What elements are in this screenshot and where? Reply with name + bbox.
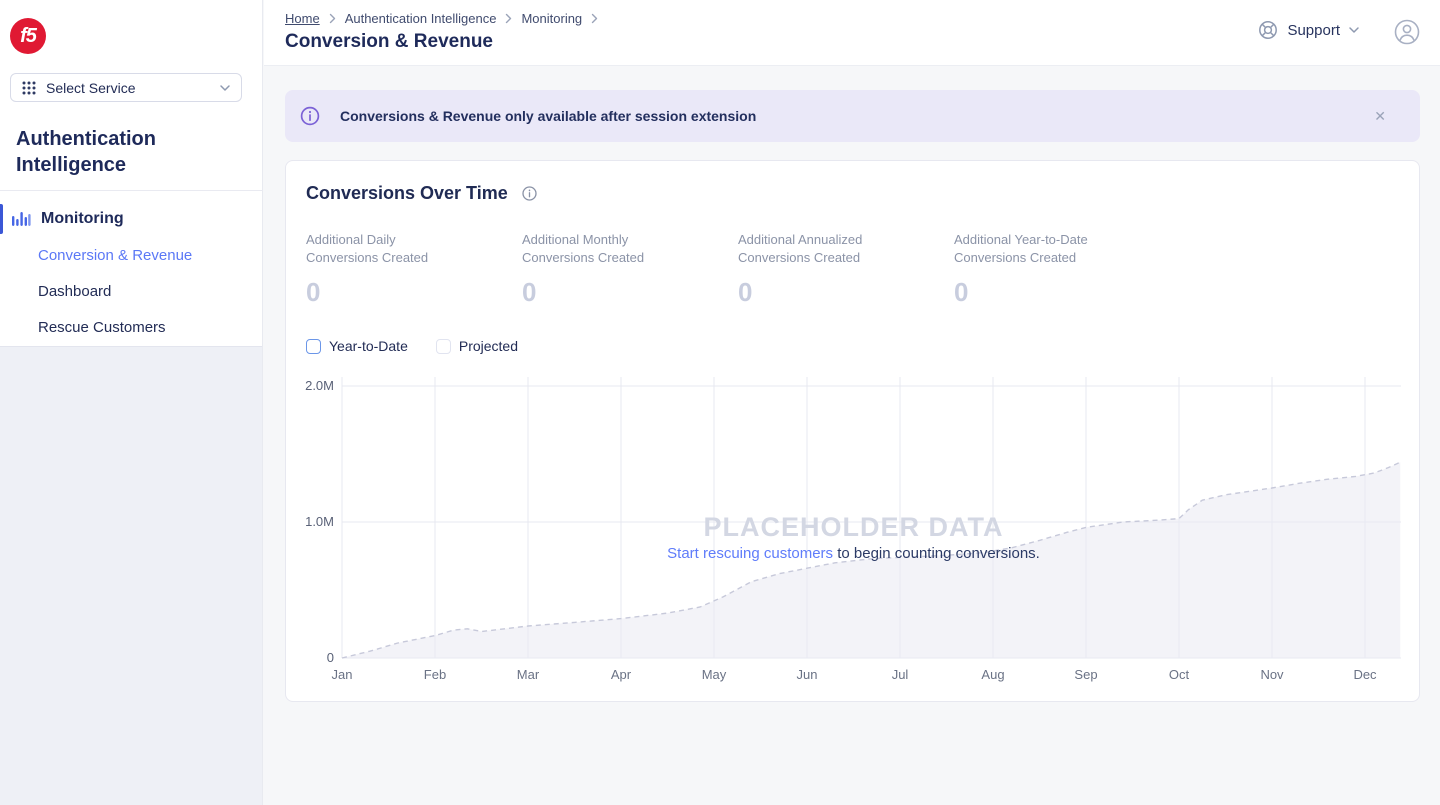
chevron-down-icon (1348, 26, 1360, 34)
sidebar-divider (0, 190, 263, 191)
sidebar-subnav: Conversion & Revenue Dashboard Rescue Cu… (38, 246, 248, 354)
app-root: f5 Select Service Authentication Intelli… (0, 0, 1440, 805)
conversions-chart: 0 1.0M 2.0M Jan Feb Mar Apr May Jun Jul Aug Sep Oct N… (286, 371, 1421, 691)
breadcrumb-chevron-icon (505, 13, 512, 24)
breadcrumb-home[interactable]: Home (285, 11, 320, 26)
stat-label: Additional Daily Conversions Created (306, 231, 522, 267)
card-title: Conversions Over Time (306, 183, 508, 204)
page-header: Home Authentication Intelligence Monitor… (264, 0, 1440, 66)
product-title: Authentication Intelligence (16, 126, 236, 178)
y-axis-tick-label: 1.0M (305, 514, 334, 529)
x-axis-tick-label: Jun (797, 667, 818, 682)
projected-checkbox[interactable] (436, 339, 451, 354)
bar-chart-icon (11, 210, 31, 228)
life-buoy-icon (1257, 19, 1279, 41)
sidebar-lower-panel (0, 346, 262, 805)
user-avatar[interactable] (1393, 18, 1421, 46)
y-axis-tick-label: 0 (327, 650, 334, 665)
breadcrumb-auth-intelligence[interactable]: Authentication Intelligence (345, 11, 497, 26)
series-toggles: Year-to-Date Projected (306, 338, 518, 354)
stats-row: Additional Daily Conversions Created 0 A… (306, 231, 1170, 308)
stat-monthly: Additional Monthly Conversions Created 0 (522, 231, 738, 308)
breadcrumb-chevron-icon (591, 13, 598, 24)
stat-label: Additional Year-to-Date Conversions Crea… (954, 231, 1170, 267)
conversions-card: Conversions Over Time Additional Daily C… (285, 160, 1420, 702)
chart-canvas: 0 1.0M 2.0M Jan Feb Mar Apr May Jun Jul Aug Sep Oct N… (286, 371, 1421, 691)
sidebar-item-rescue-customers[interactable]: Rescue Customers (38, 318, 248, 337)
sidebar: f5 Select Service Authentication Intelli… (0, 0, 263, 805)
x-axis-tick-label: Nov (1260, 667, 1284, 682)
x-axis-tick-label: Oct (1169, 667, 1190, 682)
x-axis-tick-label: Dec (1353, 667, 1377, 682)
stat-value: 0 (954, 277, 1170, 308)
stat-value: 0 (738, 277, 954, 308)
card-title-row: Conversions Over Time (306, 183, 538, 204)
sidebar-item-dashboard[interactable]: Dashboard (38, 282, 248, 301)
breadcrumb-monitoring[interactable]: Monitoring (521, 11, 582, 26)
x-axis-tick-label: Sep (1074, 667, 1097, 682)
x-axis-tick-label: Mar (517, 667, 540, 682)
projected-label: Projected (459, 338, 518, 354)
stat-value: 0 (522, 277, 738, 308)
chart-annotation-rest: to begin counting conversions. (833, 545, 1040, 562)
start-rescuing-link[interactable]: Start rescuing customers (667, 545, 833, 562)
x-axis-tick-label: May (702, 667, 727, 682)
select-service-label: Select Service (46, 80, 210, 96)
f5-logo[interactable]: f5 (10, 18, 46, 54)
info-icon[interactable] (521, 185, 538, 202)
banner-close-button[interactable]: ✕ (1374, 106, 1386, 126)
stat-ytd: Additional Year-to-Date Conversions Crea… (954, 231, 1170, 308)
stat-value: 0 (306, 277, 522, 308)
grid-apps-icon (21, 80, 37, 96)
active-section-accent (0, 204, 3, 234)
sidebar-item-conversion-revenue[interactable]: Conversion & Revenue (38, 246, 248, 265)
stat-label: Additional Annualized Conversions Create… (738, 231, 954, 267)
f5-logo-text: f5 (20, 25, 36, 48)
info-icon (299, 105, 321, 127)
sidebar-section-label: Monitoring (41, 210, 124, 228)
y-axis-tick-label: 2.0M (305, 378, 334, 393)
stat-daily: Additional Daily Conversions Created 0 (306, 231, 522, 308)
x-axis-tick-label: Apr (611, 667, 632, 682)
chevron-down-icon (219, 84, 231, 92)
page-title: Conversion & Revenue (285, 31, 493, 53)
x-axis-tick-label: Jul (892, 667, 909, 682)
support-label: Support (1287, 22, 1340, 39)
x-axis-tick-label: Aug (981, 667, 1004, 682)
banner-message: Conversions & Revenue only available aft… (340, 108, 756, 124)
year-to-date-checkbox[interactable] (306, 339, 321, 354)
year-to-date-label: Year-to-Date (329, 338, 408, 354)
breadcrumb-chevron-icon (329, 13, 336, 24)
stat-annualized: Additional Annualized Conversions Create… (738, 231, 954, 308)
breadcrumb: Home Authentication Intelligence Monitor… (285, 11, 598, 26)
chart-annotation: Start rescuing customers to begin counti… (286, 545, 1421, 562)
x-axis-tick-label: Jan (332, 667, 353, 682)
select-service-dropdown[interactable]: Select Service (10, 73, 242, 102)
x-axis-tick-label: Feb (424, 667, 446, 682)
support-menu[interactable]: Support (1257, 19, 1360, 41)
sidebar-item-monitoring[interactable]: Monitoring (0, 203, 263, 235)
stat-label: Additional Monthly Conversions Created (522, 231, 738, 267)
info-banner: Conversions & Revenue only available aft… (285, 90, 1420, 142)
user-avatar-icon (1393, 18, 1421, 46)
